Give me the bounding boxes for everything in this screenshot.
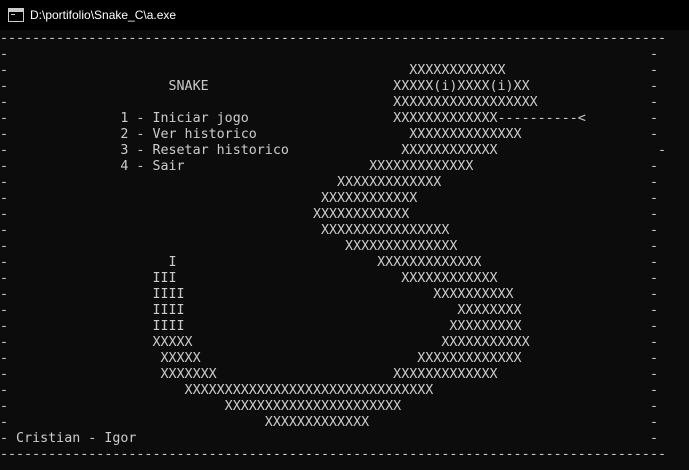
console-line: - XXXXXXXXXXXXXX - <box>0 239 658 254</box>
console-app-icon <box>8 8 24 22</box>
console-line: - - <box>0 47 658 62</box>
console-line: - XXXXXXXXXXXXX - <box>0 175 658 190</box>
console-line: - XXXXXXXXXXXXXXXX - <box>0 223 658 238</box>
console-line: - IIII XXXXXXXX - <box>0 303 658 318</box>
console-line: - III XXXXXXXXXXXX - <box>0 271 658 286</box>
console-output[interactable]: ----------------------------------------… <box>0 31 689 470</box>
title-bar[interactable]: D:\portifolio\Snake_C\a.exe <box>0 0 689 30</box>
console-line: - XXXXXXXXXXXXXXXXXXXXXX - <box>0 399 658 414</box>
console-line: - XXXXXXXXXXXX - <box>0 63 658 78</box>
menu-option-resetar-historico: - 3 - Resetar historico XXXXXXXXXXXX - <box>0 143 667 158</box>
console-line: - XXXXXXXXXXXXXXXXXXXXXXXXXXXXXXX - <box>0 383 658 398</box>
menu-option-ver-historico: - 2 - Ver historico XXXXXXXXXXXXXX - <box>0 127 658 142</box>
console-line: - XXXXXXXXXXXXX - <box>0 415 658 430</box>
title-line: - SNAKE XXXXX(i)XXXX(i)XX - <box>0 79 658 94</box>
credits-line: - Cristian - Igor - <box>0 431 658 446</box>
console-line: - XXXXX XXXXXXXXXXXXX - <box>0 351 658 366</box>
console-text: ----------------------------------------… <box>0 31 689 463</box>
border-top-line: ----------------------------------------… <box>0 31 667 46</box>
menu-option-sair: - 4 - Sair XXXXXXXXXXXXX - <box>0 159 658 174</box>
console-line: - XXXXXXXXXXXX - <box>0 191 658 206</box>
menu-option-iniciar-jogo: - 1 - Iniciar jogo XXXXXXXXXXXXX--------… <box>0 111 658 126</box>
console-line: - XXXXXXX XXXXXXXXXXXXX - <box>0 367 658 382</box>
console-line: - IIII XXXXXXXXXX - <box>0 287 658 302</box>
window-title: D:\portifolio\Snake_C\a.exe <box>30 8 177 22</box>
console-line: - IIII XXXXXXXXX - <box>0 319 658 334</box>
border-bottom-line: ----------------------------------------… <box>0 447 667 462</box>
console-line: - XXXXXXXXXXXX - <box>0 207 658 222</box>
console-line: - I XXXXXXXXXXXXX - <box>0 255 658 270</box>
console-line: - XXXXX XXXXXXXXXXX - <box>0 335 658 350</box>
console-line: - XXXXXXXXXXXXXXXXXX - <box>0 95 658 110</box>
